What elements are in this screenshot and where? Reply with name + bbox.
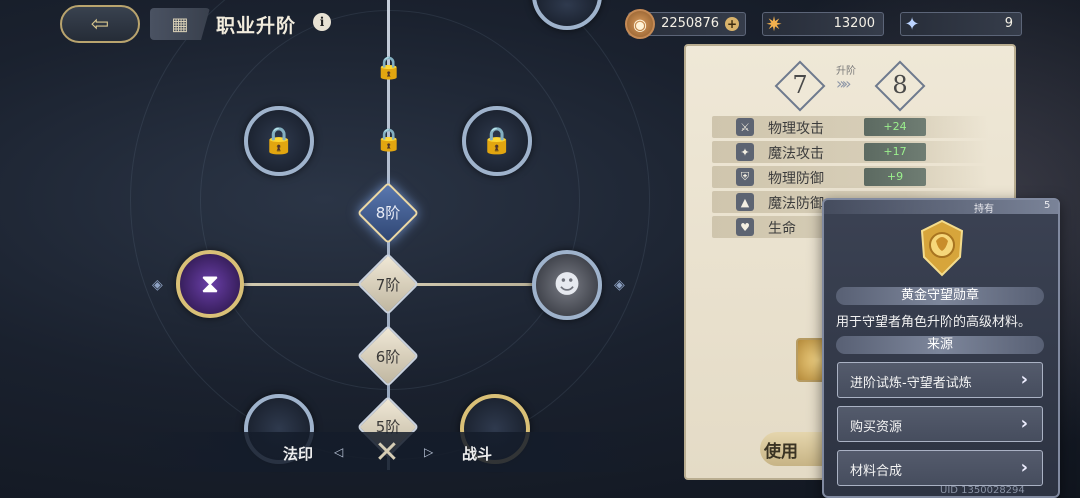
mask-skill-node[interactable]: ☻ (532, 250, 602, 320)
source-label: 购买资源 (850, 420, 903, 435)
source-buy-button[interactable]: 购买资源 › (837, 406, 1043, 442)
hourglass-skill-node[interactable]: ⧗ (176, 250, 244, 318)
back-arrow-icon: ⇦ (90, 11, 110, 37)
star-resource: ✷ 13200 (762, 12, 884, 36)
crystal-resource: ✦ 9 (900, 12, 1022, 36)
hold-label: 持有 (974, 204, 994, 215)
emblem-icon: ✕ (374, 434, 400, 470)
stat-value: +24 (864, 118, 926, 136)
level-7-label: 7阶 (375, 276, 401, 294)
source-trial-button[interactable]: 进阶试炼-守望者试炼 › (837, 362, 1043, 398)
from-level: 7 (792, 71, 808, 99)
chevron-right-icon: › (1020, 413, 1028, 434)
stat-label: 魔法攻击 (768, 146, 824, 162)
stat-label: 物理攻击 (768, 121, 824, 137)
tab-seal[interactable]: 法印 (283, 443, 313, 464)
lock-icon: 🔒 (375, 55, 403, 81)
use-button-label: 使用 (764, 441, 798, 462)
chevron-right-icon: › (1020, 457, 1028, 478)
back-button[interactable]: ⇦ (60, 5, 140, 43)
source-label: 材料合成 (850, 464, 903, 479)
lock-icon: 🔒 (262, 126, 296, 156)
mask-icon: ☻ (553, 270, 581, 300)
page-title: 职业升阶 (216, 15, 297, 37)
crystal-value: 9 (1004, 16, 1013, 31)
tab-battle[interactable]: 战斗 (462, 443, 492, 464)
upgrade-arrow-icon: »» (836, 74, 851, 93)
stat-label: 魔法防御 (768, 196, 824, 212)
item-description: 用于守望者角色升阶的高级材料。 (836, 315, 1032, 330)
tab-left-arrow-icon: ◁ (334, 445, 344, 459)
info-icon[interactable]: i (313, 13, 331, 31)
level-6-label: 6阶 (375, 348, 401, 366)
crystal-icon: ✦ (904, 13, 920, 35)
stat-label: 物理防御 (768, 171, 824, 187)
wand-icon: ✦ (736, 143, 754, 161)
add-gold-icon[interactable]: + (725, 17, 739, 31)
locked-skill-node-left[interactable]: 🔒 (244, 106, 314, 176)
sword-icon: ⚔ (736, 118, 754, 136)
to-level: 8 (892, 71, 908, 99)
stat-row: ✦ 魔法攻击 +17 (712, 141, 988, 163)
stat-value: +9 (864, 168, 926, 186)
source-craft-button[interactable]: 材料合成 › (837, 450, 1043, 486)
lock-icon: 🔒 (375, 127, 403, 153)
hold-bar (824, 200, 1058, 214)
heart-icon: ♥ (736, 218, 754, 236)
hat-icon: ▲ (736, 193, 754, 211)
menu-button[interactable]: ▦ (150, 8, 210, 40)
left-decor-arrow-icon: ◈ (152, 277, 163, 293)
star-value: 13200 (833, 16, 875, 31)
coin-icon: ◉ (625, 9, 655, 39)
item-name: 黄金守望勋章 (900, 288, 979, 303)
gold-resource: ◉ 2250876 + (625, 9, 746, 39)
hold-count: 5 (1044, 200, 1051, 211)
chevron-right-icon: › (1020, 369, 1028, 390)
stat-value: +17 (864, 143, 926, 161)
locked-skill-node-right[interactable]: 🔒 (462, 106, 532, 176)
level-8-label: 8阶 (375, 204, 401, 222)
stat-row: ⚔ 物理攻击 +24 (712, 116, 988, 138)
right-decor-arrow-icon: ◈ (614, 277, 625, 293)
source-label: 进阶试炼-守望者试炼 (850, 376, 972, 391)
user-id: UID 1350028294 (940, 485, 1025, 496)
lock-icon: 🔒 (480, 126, 514, 156)
star-icon: ✷ (765, 12, 783, 36)
gold-medal-icon (914, 218, 970, 278)
shield-icon: ⛨ (736, 168, 754, 186)
hourglass-icon: ⧗ (200, 268, 220, 299)
grid-menu-icon: ▦ (171, 13, 189, 35)
gold-value: 2250876 (661, 16, 719, 31)
stat-row: ⛨ 物理防御 +9 (712, 166, 988, 188)
stat-label: 生命 (768, 221, 796, 237)
source-title: 来源 (926, 337, 953, 352)
tab-right-arrow-icon: ▷ (424, 445, 434, 459)
